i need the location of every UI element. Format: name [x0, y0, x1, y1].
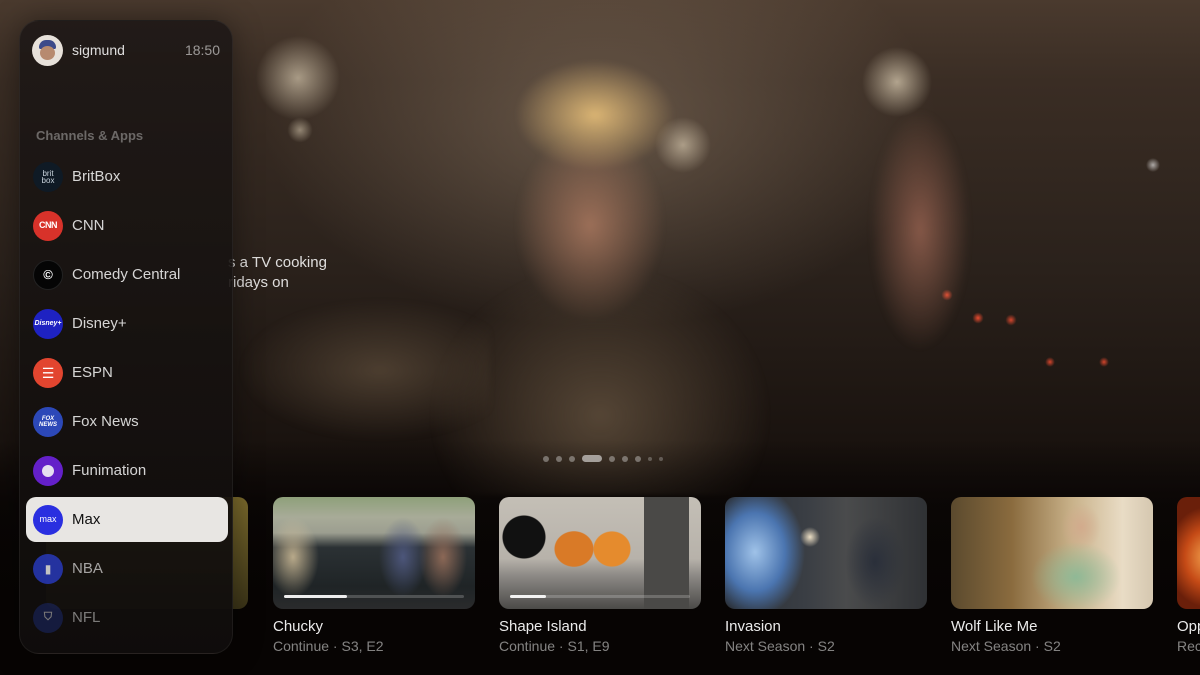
- sidebar-item-disney-plus[interactable]: Disney+ Disney+: [26, 301, 228, 346]
- sidebar: sigmund 18:50 Channels & Apps brit box Br…: [19, 20, 233, 654]
- sidebar-item-label: NBA: [72, 560, 103, 577]
- sidebar-item-comedy-central[interactable]: © Comedy Central: [26, 252, 228, 297]
- shelf-card-subtitle: Continue · S1, E9: [499, 638, 610, 654]
- sidebar-item-funimation[interactable]: Funimation: [26, 448, 228, 493]
- clock: 18:50: [184, 42, 220, 58]
- sidebar-item-espn[interactable]: ☰ ESPN: [26, 350, 228, 395]
- shelf-card-subtitle: Rec: [1177, 638, 1200, 654]
- page-dot-active[interactable]: [582, 455, 602, 462]
- shelf-card-chucky[interactable]: Chucky Continue · S3, E2: [273, 497, 475, 654]
- hero-description-line-1: s a TV cooking: [228, 254, 327, 271]
- shelf-card-invasion[interactable]: Invasion Next Season · S2: [725, 497, 927, 654]
- nba-logo-icon: ▮: [33, 553, 63, 584]
- shelf-card-shape-island[interactable]: Shape Island Continue · S1, E9: [499, 497, 701, 654]
- sidebar-item-label: Fox News: [72, 413, 139, 430]
- shelf-card-title: Invasion: [725, 618, 781, 635]
- sidebar-item-nfl[interactable]: ⛉ NFL: [26, 595, 228, 640]
- hero-description-line-2: ridays on: [228, 274, 289, 291]
- britbox-logo-icon: brit box: [33, 161, 63, 192]
- sidebar-item-label: CNN: [72, 217, 105, 234]
- espn-logo-icon: ☰: [33, 357, 63, 388]
- shelf-thumbnail: [725, 497, 927, 609]
- page-dot[interactable]: [543, 455, 549, 462]
- sidebar-item-label: Max: [72, 511, 101, 528]
- page-dot[interactable]: [569, 455, 575, 462]
- sidebar-item-fox-news[interactable]: FOX NEWS Fox News: [26, 399, 228, 444]
- watch-progress-fill: [510, 595, 546, 598]
- page-dot[interactable]: [648, 456, 652, 461]
- username: sigmund: [72, 42, 125, 58]
- shelf-card-title: Chucky: [273, 618, 324, 635]
- funimation-logo-icon: [33, 455, 63, 486]
- hero-page-indicator[interactable]: [543, 455, 663, 462]
- page-dot[interactable]: [622, 455, 628, 462]
- fox-news-logo-icon: FOX NEWS: [33, 406, 63, 437]
- section-label: Channels & Apps: [36, 128, 144, 143]
- sidebar-item-label: Disney+: [72, 315, 127, 332]
- shelf-card-subtitle: Next Season · S2: [725, 638, 835, 654]
- shelf-thumbnail: [951, 497, 1153, 609]
- shelf-card-title: Opp: [1177, 618, 1200, 635]
- shelf-thumbnail: [1177, 497, 1200, 609]
- sidebar-item-label: Comedy Central: [72, 266, 181, 283]
- shelf-card-partial[interactable]: Opp Rec: [1177, 497, 1200, 654]
- hero-description: s a TV cooking ridays on: [228, 253, 338, 293]
- hero-image-arm: [860, 100, 980, 360]
- avatar[interactable]: [32, 34, 63, 66]
- sidebar-item-max[interactable]: max Max: [26, 497, 228, 542]
- sidebar-item-nba[interactable]: ▮ NBA: [26, 546, 228, 591]
- max-logo-icon: max: [33, 504, 63, 535]
- sidebar-item-label: ESPN: [72, 364, 113, 381]
- watch-progress-fill: [284, 595, 347, 598]
- disney-plus-logo-icon: Disney+: [33, 308, 63, 339]
- page-dot[interactable]: [556, 455, 562, 462]
- shelf-card-subtitle: Continue · S3, E2: [273, 638, 384, 654]
- user-header[interactable]: sigmund 18:50: [32, 34, 220, 66]
- sidebar-item-label: Funimation: [72, 462, 147, 479]
- hero-image-arm-left: [230, 280, 490, 440]
- sidebar-item-label: BritBox: [72, 168, 121, 185]
- sidebar-item-cnn[interactable]: CNN CNN: [26, 203, 228, 248]
- shelf-thumbnail: [273, 497, 475, 609]
- comedy-central-logo-icon: ©: [33, 259, 63, 290]
- watch-progress-bar: [510, 595, 690, 598]
- sidebar-item-label: NFL: [72, 609, 101, 626]
- shelf-card-subtitle: Next Season · S2: [951, 638, 1061, 654]
- channel-list: brit box BritBox CNN CNN © Comedy Central…: [26, 154, 228, 644]
- page-dot[interactable]: [609, 455, 615, 462]
- page-dot[interactable]: [659, 456, 663, 461]
- shelf-card-title: Wolf Like Me: [951, 618, 1038, 635]
- page-dot[interactable]: [635, 455, 641, 462]
- shelf-card-title: Shape Island: [499, 618, 587, 635]
- nfl-logo-icon: ⛉: [33, 602, 63, 633]
- cnn-logo-icon: CNN: [33, 210, 63, 241]
- shelf-card-wolf-like-me[interactable]: Wolf Like Me Next Season · S2: [951, 497, 1153, 654]
- watch-progress-bar: [284, 595, 464, 598]
- sidebar-item-britbox[interactable]: brit box BritBox: [26, 154, 228, 199]
- shelf-thumbnail: [499, 497, 701, 609]
